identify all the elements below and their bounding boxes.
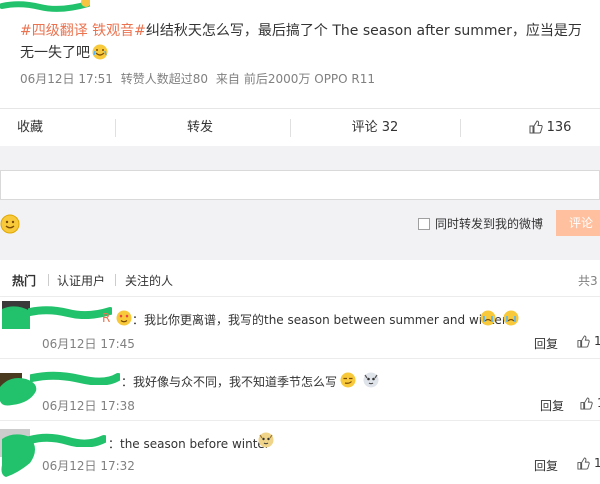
source-prefix: 来自 [215,72,240,86]
comment-like-count: 1 [594,456,600,470]
repost-note: 转赞人数超过80 [120,72,209,86]
divider [460,119,461,137]
tab-hot[interactable]: 热门 [12,272,36,289]
comment-item: R ：我比你更离谱，我写的the season between summer a… [0,296,600,359]
like-count: 136 [546,120,572,135]
comment-time: 06月12日 17:38 [42,399,135,413]
crying-laugh-emoji-icon [92,44,108,60]
thumbs-up-icon [577,457,590,470]
comment-total: 共3 [578,274,598,288]
post-source[interactable]: 前后2000万 OPPO R11 [244,72,375,86]
forward-label: 同时转发到我的微博 [435,217,544,231]
like-button[interactable]: 136 [515,109,585,147]
forward-checkbox[interactable] [418,218,430,230]
comment-item: ：the season before winter 06月12日 17:32 回… [0,420,600,483]
submit-comment-button[interactable]: 评论 [556,210,600,236]
tab-verified[interactable]: 认证用户 [57,272,105,289]
divider [115,274,116,286]
comment-button[interactable]: 评论 32 [335,109,415,147]
comment-emojis [478,308,519,327]
redaction-scribble [0,0,90,12]
comment-tabs: 热门 认证用户 关注的人 共3 [0,260,600,296]
comment-item: ：我好像与众不同，我不知道季节怎么写 06月12日 17:38 回复 1 [0,358,600,421]
repost-button[interactable]: 转发 [160,109,240,147]
post-time[interactable]: 06月12日 17:51 [20,72,113,86]
weibo-post: #四级翻译 铁观音#纠结秋天怎么写，最后搞了个 The season after… [0,0,600,108]
comment-like-button[interactable]: 1 [577,334,600,348]
comment-input[interactable] [0,170,600,200]
doge-emoji-icon [258,432,274,448]
reply-button[interactable]: 回复 [540,397,564,414]
comment-text: ：我好像与众不同，我不知道季节怎么写 [121,375,338,389]
comment-like-count: 1 [594,334,600,348]
redaction-scribble [28,306,112,319]
emoji-picker-icon[interactable] [0,214,20,234]
favorite-button[interactable]: 收藏 [0,109,60,147]
post-meta: 06月12日 17:51 转赞人数超过80 来自 前后2000万 OPPO R11 [20,70,379,87]
comment-text: ：the season before winter [108,437,270,451]
comment-like-button[interactable]: 1 [580,396,600,410]
comment-like-button[interactable]: 1 [577,456,600,470]
heart-eyes-emoji-icon [116,310,132,326]
crying-emoji-icon [503,310,519,326]
comment-time: 06月12日 17:45 [42,337,135,351]
divider [48,274,49,286]
commenter-name[interactable]: R [102,311,110,325]
smirk-emoji-icon [340,372,356,388]
tab-following[interactable]: 关注的人 [125,272,173,289]
thumbs-up-icon [577,335,590,348]
comment-time: 06月12日 17:32 [42,459,135,473]
thumbs-up-icon [580,397,593,410]
redaction-scribble [30,371,120,385]
comment-emojis [338,370,379,389]
divider [115,119,116,137]
avatar[interactable] [2,301,30,329]
topic-link[interactable]: #四级翻译 铁观音# [20,23,146,39]
thumbs-up-icon [529,120,543,134]
crying-emoji-icon [480,310,496,326]
doge-emoji-icon [363,372,379,388]
reply-button[interactable]: 回复 [534,335,558,352]
divider [290,119,291,137]
action-bar: 收藏 转发 评论 32 136 [0,108,600,148]
comment-list: 热门 认证用户 关注的人 共3 R ：我比你更离谱，我写的the season … [0,260,600,484]
reply-button[interactable]: 回复 [534,457,558,474]
redaction-scribble [28,433,106,447]
post-text: #四级翻译 铁观音#纠结秋天怎么写，最后搞了个 The season after… [20,20,595,64]
comment-text: ：我比你更离谱，我写的the season between summer and… [132,313,507,327]
